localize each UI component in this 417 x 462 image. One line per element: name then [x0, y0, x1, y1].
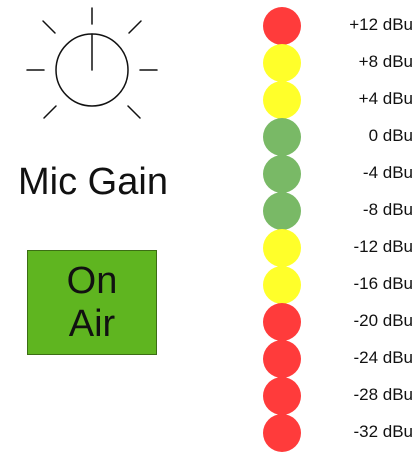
- level-label: -4 dBu: [362, 163, 413, 182]
- level-led: [263, 118, 301, 156]
- level-label: -20 dBu: [353, 311, 413, 330]
- meter-row: +8 dBu: [262, 44, 417, 82]
- level-led: [263, 7, 301, 45]
- on-air-button[interactable]: On Air: [27, 250, 157, 355]
- meter-row: -20 dBu: [262, 303, 417, 341]
- level-meter: +12 dBu +8 dBu +4 dBu 0 dBu -4 dBu -8 dBu -12 …: [262, 7, 417, 452]
- rotary-knob-icon: [26, 7, 158, 119]
- level-label: +12 dBu: [349, 15, 413, 34]
- meter-row: -8 dBu: [262, 192, 417, 230]
- level-led: [263, 229, 301, 267]
- on-air-label-line1: On: [66, 259, 118, 302]
- level-led: [263, 377, 301, 415]
- meter-row: -16 dBu: [262, 266, 417, 304]
- level-label: 0 dBu: [368, 126, 413, 145]
- level-label: -8 dBu: [362, 200, 413, 219]
- level-led: [263, 303, 301, 341]
- level-led: [263, 155, 301, 193]
- meter-row: -28 dBu: [262, 377, 417, 415]
- level-label: -24 dBu: [353, 348, 413, 367]
- mic-gain-knob[interactable]: [17, 0, 167, 125]
- level-led: [263, 81, 301, 119]
- level-label: -16 dBu: [353, 274, 413, 293]
- knob-tick: [128, 20, 142, 34]
- knob-tick: [43, 105, 57, 119]
- mic-gain-label: Mic Gain: [18, 161, 168, 203]
- level-led: [263, 340, 301, 378]
- level-led: [263, 44, 301, 82]
- meter-row: -24 dBu: [262, 340, 417, 378]
- knob-tick: [42, 20, 56, 34]
- meter-row: -12 dBu: [262, 229, 417, 267]
- level-led: [263, 414, 301, 452]
- level-label: +4 dBu: [358, 89, 413, 108]
- level-label: -28 dBu: [353, 385, 413, 404]
- level-label: -32 dBu: [353, 422, 413, 441]
- meter-row: 0 dBu: [262, 118, 417, 156]
- level-label: +8 dBu: [358, 52, 413, 71]
- meter-row: +4 dBu: [262, 81, 417, 119]
- level-label: -12 dBu: [353, 237, 413, 256]
- meter-row: +12 dBu: [262, 7, 417, 45]
- knob-tick: [127, 105, 141, 119]
- meter-row: -32 dBu: [262, 414, 417, 452]
- meter-row: -4 dBu: [262, 155, 417, 193]
- on-air-label-line2: Air: [68, 302, 116, 345]
- level-led: [263, 192, 301, 230]
- level-led: [263, 266, 301, 304]
